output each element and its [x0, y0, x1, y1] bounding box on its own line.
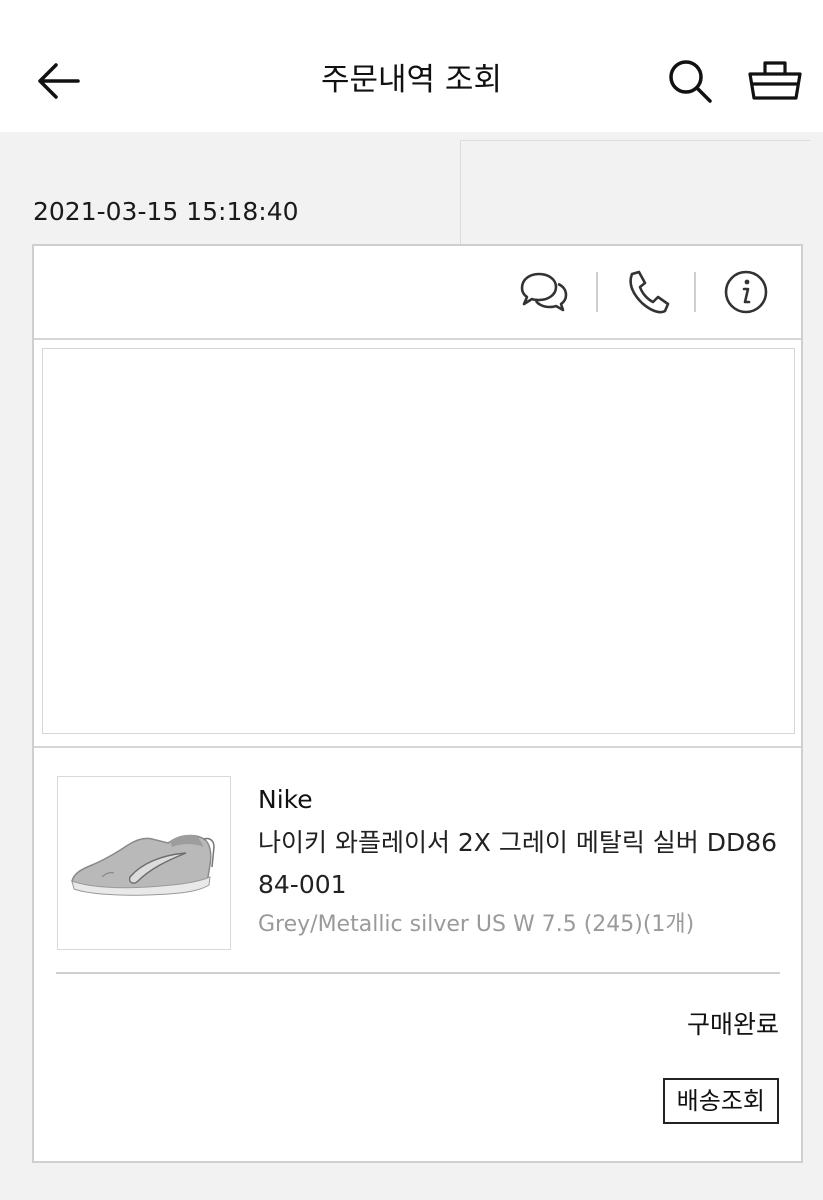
content-placeholder	[42, 348, 795, 734]
product-thumbnail[interactable]	[57, 776, 231, 950]
divider	[56, 972, 780, 974]
product-brand: Nike	[258, 785, 313, 814]
phone-icon[interactable]	[618, 266, 674, 318]
divider	[34, 746, 801, 748]
product-option: Grey/Metallic silver US W 7.5 (245)(1개)	[258, 912, 695, 937]
app-header: 주문내역 조회	[0, 0, 823, 132]
sneaker-image	[71, 834, 215, 896]
order-card: Nike 나이키 와플레이서 2X 그레이 메탈릭 실버 DD8684-001 …	[32, 244, 803, 1163]
separator	[596, 272, 598, 312]
order-card-header	[34, 246, 801, 340]
order-status: 구매완료	[686, 1010, 779, 1039]
order-date: 2021-03-15 15:18:40	[33, 197, 299, 226]
chat-icon[interactable]	[514, 266, 570, 318]
track-delivery-button[interactable]: 배송조회	[662, 1078, 779, 1124]
separator	[694, 272, 696, 312]
info-icon[interactable]	[718, 266, 774, 318]
background-panel	[460, 140, 810, 250]
product-name[interactable]: 나이키 와플레이서 2X 그레이 메탈릭 실버 DD8684-001	[258, 822, 778, 906]
search-icon[interactable]	[664, 56, 716, 104]
cart-icon[interactable]	[746, 54, 804, 104]
